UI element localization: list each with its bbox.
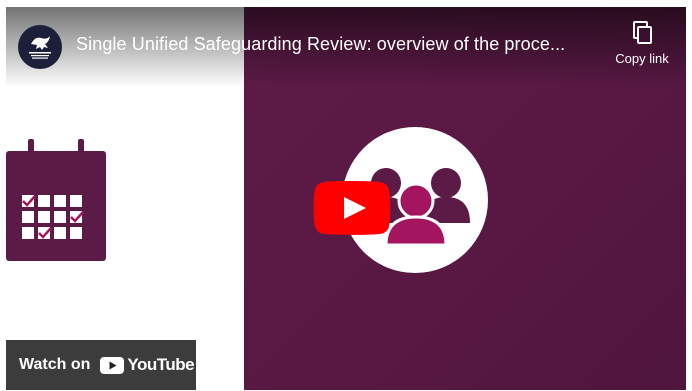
copy-link-label: Copy link <box>615 51 669 66</box>
watch-on-youtube-button[interactable]: Watch on YouTube <box>6 340 196 390</box>
copy-link-button[interactable]: Copy link <box>602 21 682 77</box>
youtube-logo-icon <box>100 356 125 374</box>
channel-avatar[interactable] <box>18 25 62 69</box>
youtube-player[interactable]: Single Unified Safeguarding Review: over… <box>6 7 686 390</box>
copy-icon <box>633 21 652 44</box>
embedded-video: Single Unified Safeguarding Review: over… <box>0 0 692 391</box>
play-icon <box>313 181 391 235</box>
youtube-logo: YouTube <box>100 355 195 375</box>
youtube-wordmark: YouTube <box>127 355 195 374</box>
video-title[interactable]: Single Unified Safeguarding Review: over… <box>76 34 596 55</box>
calendar-icon <box>6 139 106 261</box>
play-button[interactable] <box>313 181 391 235</box>
welsh-government-logo <box>29 36 51 59</box>
watch-on-label: Watch on <box>19 356 91 373</box>
